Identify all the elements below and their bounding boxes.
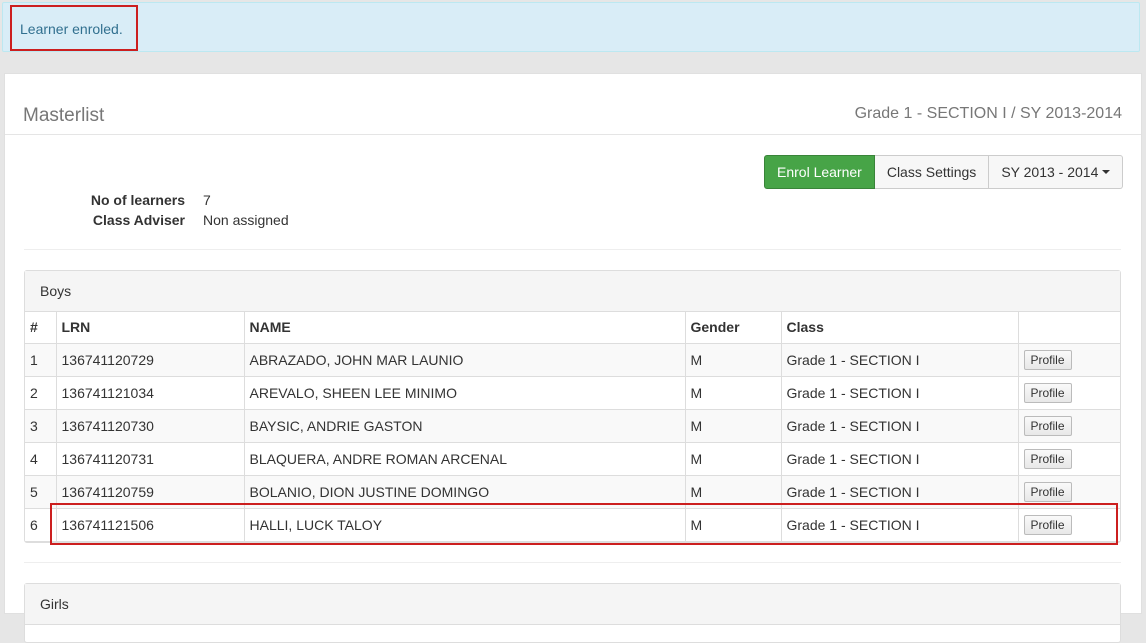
row-actions: Profile — [1017, 375, 1120, 410]
row-number: 2 — [25, 375, 57, 410]
table-row: 3 136741120730 BAYSIC, ANDRIE GASTON M G… — [25, 408, 1120, 443]
row-actions: Profile — [1017, 342, 1120, 377]
row-lrn: 136741121034 — [55, 375, 245, 410]
row-class: Grade 1 - SECTION I — [780, 342, 1019, 377]
column-header-class: Class — [780, 312, 1019, 344]
row-number: 1 — [25, 342, 57, 377]
row-name: ABRAZADO, JOHN MAR LAUNIO — [243, 342, 686, 377]
row-lrn: 136741120731 — [55, 441, 245, 476]
table-row: 1 136741120729 ABRAZADO, JOHN MAR LAUNIO… — [25, 342, 1120, 377]
row-gender: M — [684, 375, 782, 410]
panel-header: Masterlist Grade 1 - SECTION I / SY 2013… — [5, 74, 1141, 135]
row-class: Grade 1 - SECTION I — [780, 474, 1019, 509]
profile-button[interactable]: Profile — [1023, 382, 1072, 403]
row-class: Grade 1 - SECTION I — [780, 441, 1019, 476]
row-number: 5 — [25, 474, 57, 509]
divider — [24, 249, 1121, 250]
class-settings-button[interactable]: Class Settings — [874, 155, 990, 189]
row-gender: M — [684, 507, 782, 542]
row-gender: M — [684, 342, 782, 377]
profile-button[interactable]: Profile — [1023, 481, 1072, 502]
girls-section-title: Girls — [25, 584, 1120, 625]
girls-section: Girls — [24, 583, 1121, 643]
row-lrn: 136741121506 — [55, 507, 245, 542]
table-row: 6 136741121506 HALLI, LUCK TALOY M Grade… — [25, 507, 1120, 542]
column-header-actions — [1017, 312, 1120, 344]
table-row: 2 136741121034 AREVALO, SHEEN LEE MINIMO… — [25, 375, 1120, 410]
row-actions: Profile — [1017, 408, 1120, 443]
masterlist-panel: Masterlist Grade 1 - SECTION I / SY 2013… — [4, 73, 1142, 643]
row-lrn: 136741120730 — [55, 408, 245, 443]
caret-down-icon — [1102, 170, 1111, 174]
column-header-number: # — [25, 312, 57, 344]
row-actions: Profile — [1017, 441, 1120, 476]
page-subtitle: Grade 1 - SECTION I / SY 2013-2014 — [854, 105, 1122, 122]
class-adviser-value: Non assigned — [203, 212, 289, 228]
table-row: 5 136741120759 BOLANIO, DION JUSTINE DOM… — [25, 474, 1120, 509]
table-header-row: # LRN NAME Gender Class — [25, 312, 1120, 344]
page-title: Masterlist — [23, 105, 105, 126]
row-class: Grade 1 - SECTION I — [780, 375, 1019, 410]
row-actions: Profile — [1017, 474, 1120, 509]
divider — [24, 562, 1121, 563]
enrol-learner-button[interactable]: Enrol Learner — [764, 155, 875, 189]
column-header-name: NAME — [243, 312, 686, 344]
column-header-lrn: LRN — [55, 312, 245, 344]
row-lrn: 136741120729 — [55, 342, 245, 377]
row-name: AREVALO, SHEEN LEE MINIMO — [243, 375, 686, 410]
row-class: Grade 1 - SECTION I — [780, 408, 1019, 443]
row-lrn: 136741120759 — [55, 474, 245, 509]
toolbar: Enrol Learner Class Settings SY 2013 - 2… — [764, 155, 1124, 189]
profile-button[interactable]: Profile — [1023, 415, 1072, 436]
row-class: Grade 1 - SECTION I — [780, 507, 1019, 542]
column-header-gender: Gender — [684, 312, 782, 344]
row-name: BLAQUERA, ANDRE ROMAN ARCENAL — [243, 441, 686, 476]
row-number: 4 — [25, 441, 57, 476]
boys-section-title: Boys — [25, 271, 1120, 312]
row-name: BOLANIO, DION JUSTINE DOMINGO — [243, 474, 686, 509]
class-adviser-label: Class Adviser — [92, 212, 185, 228]
boys-table: # LRN NAME Gender Class 1 136741120729 A… — [25, 312, 1120, 542]
profile-button[interactable]: Profile — [1023, 514, 1072, 535]
profile-button[interactable]: Profile — [1023, 349, 1072, 370]
row-actions: Profile — [1017, 507, 1120, 542]
boys-section: Boys # LRN NAME Gender Class 1 136741120… — [24, 270, 1121, 543]
row-name: HALLI, LUCK TALOY — [243, 507, 686, 542]
row-name: BAYSIC, ANDRIE GASTON — [243, 408, 686, 443]
learners-count-label: No of learners — [90, 192, 185, 208]
row-number: 6 — [25, 507, 57, 542]
school-year-label: SY 2013 - 2014 — [1001, 164, 1099, 180]
success-alert: Learner enroled. — [2, 2, 1140, 52]
row-gender: M — [684, 441, 782, 476]
learners-count-value: 7 — [203, 192, 211, 208]
row-gender: M — [684, 474, 782, 509]
row-number: 3 — [25, 408, 57, 443]
row-gender: M — [684, 408, 782, 443]
school-year-dropdown[interactable]: SY 2013 - 2014 — [989, 155, 1124, 189]
table-row: 4 136741120731 BLAQUERA, ANDRE ROMAN ARC… — [25, 441, 1120, 476]
profile-button[interactable]: Profile — [1023, 448, 1072, 469]
alert-highlight-box — [10, 5, 138, 51]
